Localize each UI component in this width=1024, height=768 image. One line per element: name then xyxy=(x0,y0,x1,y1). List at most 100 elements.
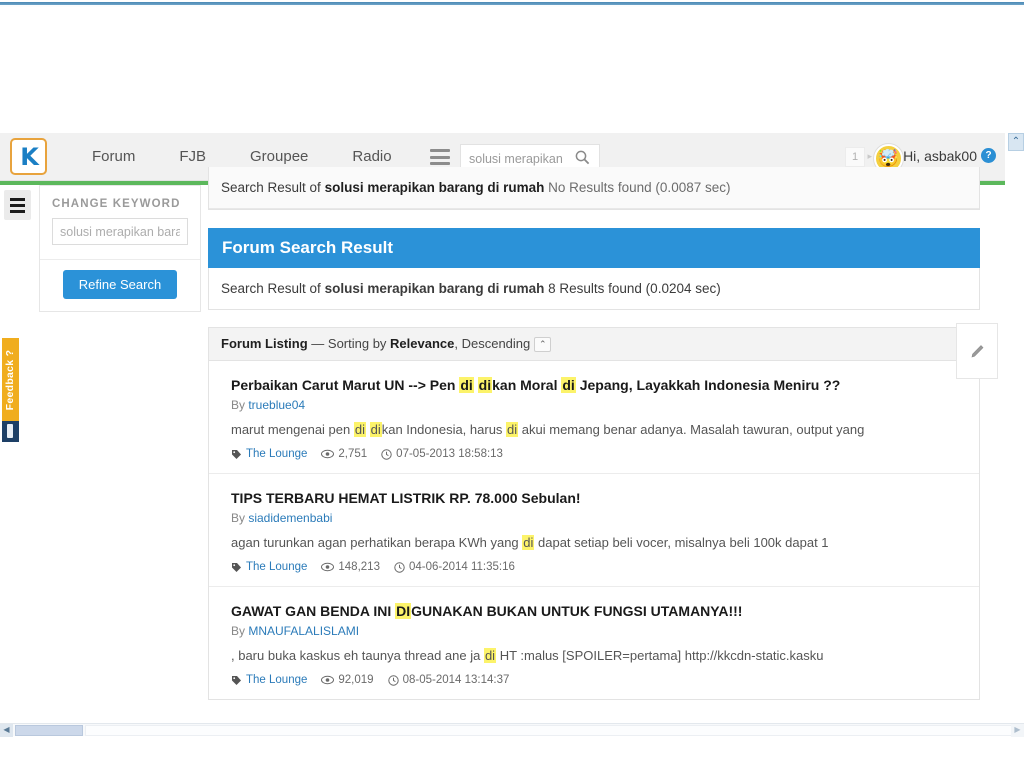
result-forum-link[interactable]: The Lounge xyxy=(246,674,307,686)
forum-result-prefix: Search Result of xyxy=(221,281,325,296)
eye-icon xyxy=(321,675,335,685)
menu-icon[interactable] xyxy=(430,149,450,165)
result-title-highlight: DI xyxy=(395,603,412,620)
result-snippet-text: kan Indonesia, harus xyxy=(381,422,507,438)
result-meta: The Lounge 148,213 04-06-2014 11:35:16 xyxy=(231,561,957,573)
tag-icon xyxy=(231,449,242,460)
scroll-right-arrow-icon[interactable]: ▶ xyxy=(1011,724,1024,737)
search-result-item: GAWAT GAN BENDA INI DIGUNAKAN BUKAN UNTU… xyxy=(209,587,979,699)
fjb-result-query: solusi merapikan barang di rumah xyxy=(324,180,545,195)
result-forum-link[interactable]: The Lounge xyxy=(246,561,307,573)
fjb-result-line: Search Result of solusi merapikan barang… xyxy=(209,167,979,209)
scroll-to-top-button[interactable]: ⌃ xyxy=(1008,133,1024,151)
result-date: 08-05-2014 13:14:37 xyxy=(387,674,510,687)
result-title-highlight: di xyxy=(477,377,493,394)
tag-icon xyxy=(231,562,242,573)
sidebar-toggle-bar xyxy=(10,203,25,207)
change-keyword-panel: CHANGE KEYWORD Refine Search xyxy=(39,185,201,312)
result-snippet-text: dapat setiap beli vocer, misalnya beli 1… xyxy=(534,535,829,551)
feedback-illustration-icon[interactable] xyxy=(2,421,19,442)
sort-direction-toggle-icon[interactable]: ⌃ xyxy=(534,337,552,353)
forum-listing-sort-dir: , Descending xyxy=(454,336,531,351)
result-date-text: 08-05-2014 13:14:37 xyxy=(402,674,510,687)
result-snippet-text: agan turunkan agan perhatikan berapa KWh… xyxy=(231,535,523,551)
help-badge-icon[interactable]: ? xyxy=(981,148,996,163)
result-author-link[interactable]: MNAUFALALISLAMI xyxy=(248,624,359,638)
notification-count[interactable]: 1 xyxy=(845,147,865,167)
result-forum[interactable]: The Lounge xyxy=(231,561,307,573)
forum-listing-sortbar: Forum Listing — Sorting by Relevance, De… xyxy=(208,327,980,362)
tag-icon xyxy=(231,675,242,686)
change-keyword-title: CHANGE KEYWORD xyxy=(52,198,181,210)
clock-icon xyxy=(381,448,392,460)
change-keyword-input[interactable] xyxy=(52,218,188,245)
user-greeting[interactable]: Hi, asbak00 xyxy=(903,148,977,164)
change-keyword-footer: Refine Search xyxy=(40,259,200,311)
menu-icon-bar xyxy=(430,162,450,165)
logo-k-glyph: K xyxy=(20,142,39,171)
result-forum-link[interactable]: The Lounge xyxy=(246,448,307,460)
main-content: Search Result of solusi merapikan barang… xyxy=(208,167,980,701)
result-views-count: 92,019 xyxy=(338,674,374,687)
fjb-result-status: No Results found (0.0087 sec) xyxy=(544,180,731,195)
sidebar-toggle-button[interactable] xyxy=(4,190,31,220)
refine-search-button[interactable]: Refine Search xyxy=(62,270,178,299)
forum-search-result-title: Forum Search Result xyxy=(208,228,980,268)
result-forum[interactable]: The Lounge xyxy=(231,674,307,686)
feedback-illustration-shape xyxy=(7,424,13,438)
avatar-emoji: 🤯 xyxy=(877,148,900,168)
change-keyword-input-wrap xyxy=(40,214,200,259)
forum-result-line: Search Result of solusi merapikan barang… xyxy=(208,268,980,310)
fjb-result-prefix: Search Result of xyxy=(221,180,325,195)
result-title[interactable]: Perbaikan Carut Marut UN --> Pen di dika… xyxy=(231,376,957,395)
quick-edit-panel[interactable] xyxy=(956,323,998,379)
result-snippet: marut mengenai pen di dikan Indonesia, h… xyxy=(231,421,957,439)
scrollbar-thumb[interactable] xyxy=(15,725,83,736)
result-author-link[interactable]: siadidemenbabi xyxy=(248,511,332,525)
forum-listing-dash: — Sorting by xyxy=(307,336,391,351)
menu-icon-bar xyxy=(430,149,450,152)
search-icon[interactable] xyxy=(575,150,590,165)
result-views-count: 148,213 xyxy=(338,561,380,574)
pencil-icon[interactable] xyxy=(969,342,987,360)
result-date: 04-06-2014 11:35:16 xyxy=(394,561,515,573)
result-snippet-text: , baru buka kaskus eh taunya thread ane … xyxy=(231,648,484,664)
result-title[interactable]: TIPS TERBARU HEMAT LISTRIK RP. 78.000 Se… xyxy=(231,489,957,508)
result-date-text: 07-05-2013 18:58:13 xyxy=(396,448,503,461)
forum-result-status: 8 Results found (0.0204 sec) xyxy=(544,281,721,296)
scrollbar-track[interactable] xyxy=(85,725,1012,736)
result-snippet-highlight: di xyxy=(483,648,497,664)
header-search-input[interactable] xyxy=(467,149,567,169)
result-meta: The Lounge 92,019 08-05-2014 13:14:37 xyxy=(231,674,957,686)
eye-icon xyxy=(321,449,335,459)
result-snippet-text: HT :malus [SPOILER=pertama] http://kkcdn… xyxy=(496,648,824,664)
kaskus-logo[interactable]: K xyxy=(10,138,47,175)
result-title-highlight: di xyxy=(459,377,474,394)
feedback-tab[interactable]: Feedback ? xyxy=(2,338,19,428)
browser-top-rule-highlight xyxy=(0,5,1024,7)
result-views: 148,213 xyxy=(321,561,380,573)
result-title-text: Perbaikan Carut Marut UN --> Pen xyxy=(231,377,460,394)
menu-icon-bar xyxy=(430,155,450,159)
scroll-left-arrow-icon[interactable]: ◀ xyxy=(0,724,13,737)
result-author-prefix: By xyxy=(231,511,249,526)
result-views: 92,019 xyxy=(321,674,374,687)
result-forum[interactable]: The Lounge xyxy=(231,448,307,460)
horizontal-scrollbar[interactable]: ◀ ▶ xyxy=(0,723,1024,737)
result-views-count: 2,751 xyxy=(338,448,368,461)
forum-listing-label: Forum Listing xyxy=(221,336,308,351)
nav-item-forum[interactable]: Forum xyxy=(70,133,157,181)
result-title[interactable]: GAWAT GAN BENDA INI DIGUNAKAN BUKAN UNTU… xyxy=(231,602,957,621)
result-snippet-highlight: di xyxy=(353,422,366,438)
result-meta: The Lounge 2,751 07-05-2013 18:58:13 xyxy=(231,448,957,460)
result-author-link[interactable]: trueblue04 xyxy=(248,398,305,412)
page-root: K Forum FJB Groupee Radio solusi merapik… xyxy=(0,0,1024,768)
result-author-line: By MNAUFALALISLAMI xyxy=(231,624,957,638)
result-snippet: agan turunkan agan perhatikan berapa KWh… xyxy=(231,534,957,552)
result-title-text: TIPS TERBARU HEMAT LISTRIK RP. 78.000 Se… xyxy=(231,490,581,507)
result-title-text: kan Moral xyxy=(492,377,562,394)
forum-listing-sort-field[interactable]: Relevance xyxy=(390,336,454,351)
search-result-item: Perbaikan Carut Marut UN --> Pen di dika… xyxy=(209,361,979,475)
result-author-line: By trueblue04 xyxy=(231,398,957,412)
result-author-line: By siadidemenbabi xyxy=(231,511,957,525)
